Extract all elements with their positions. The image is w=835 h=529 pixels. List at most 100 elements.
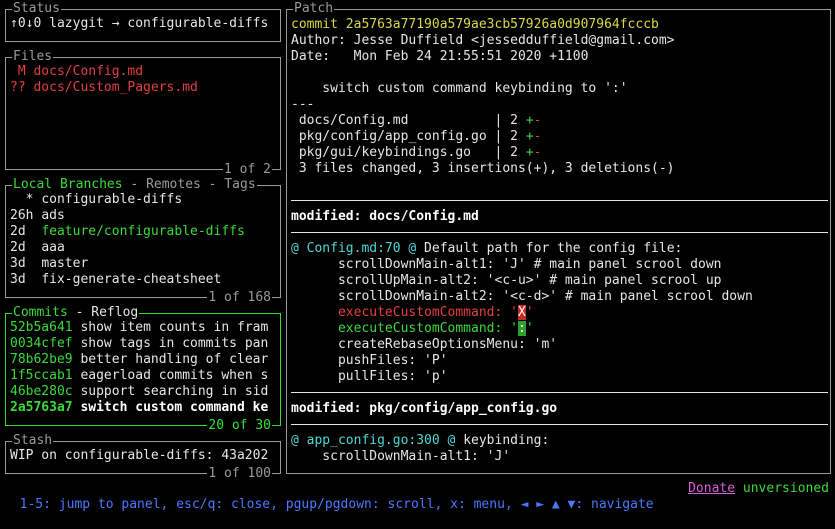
file-item[interactable]: ?? docs/Custom_Pagers.md [10, 80, 277, 96]
added-line-prefix: executeCustomCommand: ' [291, 321, 518, 336]
commit-message: eagerload commits when s [80, 368, 269, 383]
diffstat-file: pkg/config/app_config.go [291, 129, 495, 144]
context-line: scrollDownMain-alt1: 'J' [291, 449, 511, 464]
added-line: executeCustomCommand: ':' [291, 321, 828, 337]
commit-hash: 46be280c [10, 384, 81, 399]
tab-remotes[interactable]: Remotes [146, 177, 201, 192]
branch-name: master [41, 256, 89, 271]
commits-counter: 20 of 30 [207, 418, 272, 434]
file-item[interactable]: M docs/Config.md [10, 64, 277, 80]
version-label: unversioned [742, 481, 829, 496]
commit-hash: 52b5a641 [10, 320, 81, 335]
status-panel[interactable]: Status ↑0↓0 lazygit → configurable-diffs [5, 1, 281, 42]
commit-item[interactable]: 78b62be9 better handling of clear [10, 352, 277, 368]
keybinding-help: 1-5: jump to panel, esc/q: close, pgup/p… [19, 497, 654, 512]
branch-name: ads [41, 208, 65, 223]
patch-content: commit 2a5763a77190a579ae3cb57926a0d9079… [291, 17, 828, 465]
file-divider [291, 392, 828, 393]
file-header: modified: docs/Config.md [291, 209, 479, 224]
tab-commits[interactable]: Commits [13, 305, 68, 320]
branches-panel-title: Local Branches - Remotes - Tags [12, 177, 257, 193]
branch-age: 2d [10, 240, 42, 255]
commit-message: switch custom command ke [80, 400, 269, 415]
context-line: createRebaseOptionsMenu: 'm' [291, 337, 558, 352]
file-divider [291, 200, 828, 201]
hunk-location: @ app_config.go:300 @ [291, 433, 456, 448]
branch-item[interactable]: * configurable-diffs [10, 192, 277, 208]
context-line: scrollDownMain-alt1: 'J' # main panel sc… [291, 257, 722, 272]
tab-local-branches[interactable]: Local Branches [13, 177, 123, 192]
commit-hash: 78b62be9 [10, 352, 81, 367]
file-header: modified: pkg/config/app_config.go [291, 401, 558, 416]
diffstat-file: docs/Config.md [291, 113, 495, 128]
file-path: docs/Config.md [33, 64, 144, 79]
tab-separator: - [122, 177, 147, 192]
diffstat-count: | 2 [494, 129, 526, 144]
stash-item[interactable]: WIP on configurable-diffs: 43a202 [10, 448, 277, 464]
removed-line: executeCustomCommand: 'X' [291, 305, 828, 321]
branches-counter: 1 of 168 [207, 290, 272, 306]
tab-reflog[interactable]: Reflog [91, 305, 138, 320]
tab-tags[interactable]: Tags [224, 177, 255, 192]
diffstat-row: pkg/config/app_config.go | 2 +- [291, 129, 828, 145]
diffstat-count: | 2 [494, 145, 526, 160]
commit-item[interactable]: 2a5763a7 switch custom command ke [10, 400, 277, 416]
diffstat-list: docs/Config.md | 2 +- pkg/config/app_con… [291, 113, 828, 161]
patch-panel-title: Patch [293, 1, 335, 17]
commit-message: show tags in commits pan [80, 336, 269, 351]
diffstat-minus: - [533, 113, 542, 128]
files-panel[interactable]: Files M docs/Config.md?? docs/Custom_Pag… [5, 49, 281, 178]
commit-item[interactable]: 46be280c support searching in sid [10, 384, 277, 400]
branch-item[interactable]: 3d fix-generate-cheatsheet [10, 272, 277, 288]
commit-hash: 1f5ccab1 [10, 368, 81, 383]
hunk-context: keybinding: [455, 433, 550, 448]
bottom-bar: 1-5: jump to panel, esc/q: close, pgup/p… [4, 481, 829, 512]
added-line-suffix: ' [525, 321, 534, 336]
diffstat-summary: 3 files changed, 3 insertions(+), 3 dele… [291, 161, 675, 176]
branch-name: configurable-diffs [41, 192, 183, 207]
file-divider [291, 424, 828, 425]
patch-panel[interactable]: Patch commit 2a5763a77190a579ae3cb57926a… [286, 1, 831, 474]
commits-panel-title: Commits - Reflog [12, 305, 140, 321]
context-line: pullFiles: 'p' [291, 369, 448, 384]
file-divider [291, 232, 828, 233]
commits-list: 52b5a641 show item counts in fram 0034cfe… [10, 320, 277, 416]
donate-link[interactable]: Donate [688, 481, 735, 496]
files-panel-title: Files [12, 49, 54, 65]
stash-list: WIP on configurable-diffs: 43a202 [10, 448, 277, 464]
commits-panel[interactable]: Commits - Reflog 52b5a641 show item coun… [5, 305, 281, 434]
context-line: scrollUpMain-alt2: '<c-u>' # main panel … [291, 273, 722, 288]
commit-message: switch custom command keybinding to ':' [291, 81, 628, 96]
diffstat-row: pkg/gui/keybindings.go | 2 +- [291, 145, 828, 161]
diffstat-minus: - [533, 145, 542, 160]
context-line: scrollDownMain-alt2: '<c-d>' # main pane… [291, 289, 753, 304]
branch-item[interactable]: 2d aaa [10, 240, 277, 256]
commit-message: show item counts in fram [80, 320, 269, 335]
commit-hash: 0034cfef [10, 336, 81, 351]
branch-current-marker: * [25, 192, 42, 207]
files-list: M docs/Config.md?? docs/Custom_Pagers.md [10, 64, 277, 96]
commit-item[interactable]: 52b5a641 show item counts in fram [10, 320, 277, 336]
commit-item[interactable]: 1f5ccab1 eagerload commits when s [10, 368, 277, 384]
diffstat-minus: - [533, 129, 542, 144]
bottom-right: Donate unversioned [688, 481, 829, 497]
branch-item[interactable]: 26h ads [10, 208, 277, 224]
author-line: Author: Jesse Duffield <jessedduffield@g… [291, 33, 675, 48]
branch-age: 3d [10, 256, 42, 271]
branch-item[interactable]: 3d master [10, 256, 277, 272]
diffstat-plus: + [525, 145, 534, 160]
stash-counter: 1 of 100 [207, 466, 272, 482]
stash-panel-title: Stash [12, 433, 54, 449]
branch-age: 2d [10, 224, 42, 239]
hunk-context: Default path for the config file: [416, 241, 683, 256]
removed-line-prefix: executeCustomCommand: ' [291, 305, 518, 320]
branch-age: 26h [10, 208, 42, 223]
branches-panel[interactable]: Local Branches - Remotes - Tags * config… [5, 177, 281, 306]
removed-highlight: X [517, 305, 526, 320]
diffstat-row: docs/Config.md | 2 +- [291, 113, 828, 129]
branch-item[interactable]: 2d feature/configurable-diffs [10, 224, 277, 240]
stash-panel[interactable]: Stash WIP on configurable-diffs: 43a202 … [5, 433, 281, 482]
commit-item[interactable]: 0034cfef show tags in commits pan [10, 336, 277, 352]
diffstat-plus: + [525, 129, 534, 144]
